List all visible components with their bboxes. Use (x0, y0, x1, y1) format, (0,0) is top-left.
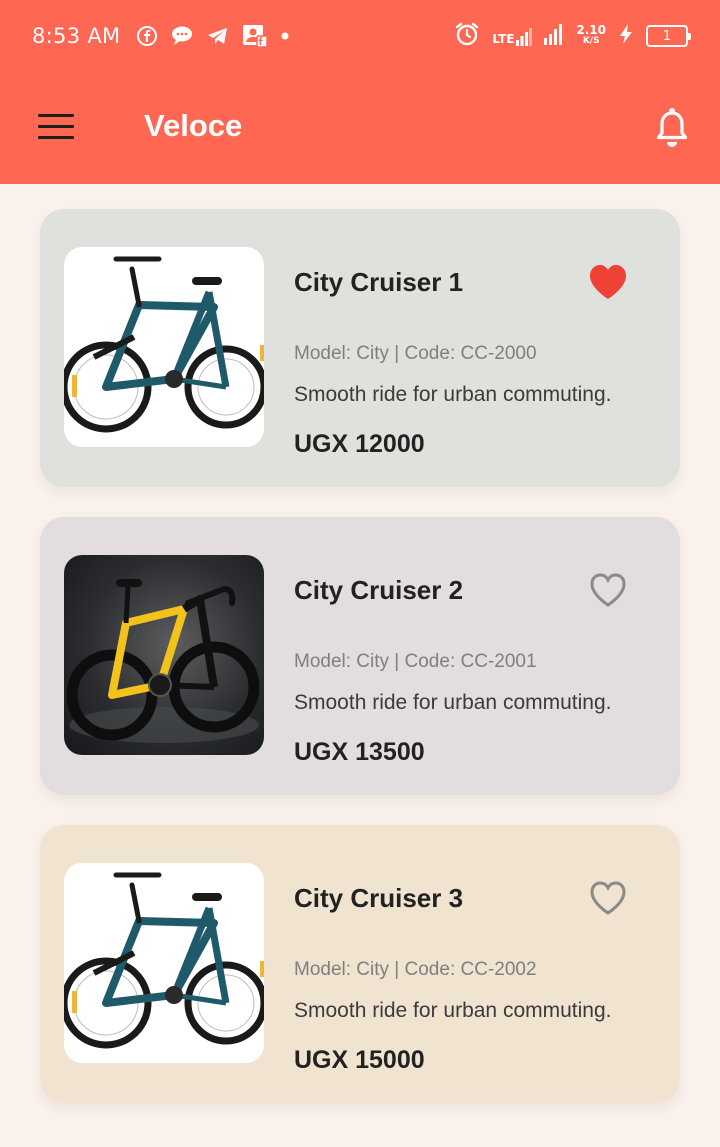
product-price: UGX 15000 (294, 1046, 425, 1074)
product-model-code: Model: City | Code: CC-2000 (294, 343, 537, 364)
network-type: LTE (492, 32, 515, 46)
chat-bubble-icon (170, 25, 194, 47)
mountain-bike-icon (64, 872, 264, 1049)
product-name[interactable]: City Cruiser 3 (294, 883, 463, 914)
product-model-code: Model: City | Code: CC-2002 (294, 959, 537, 980)
battery-icon: 1 (646, 25, 691, 47)
product-price: UGX 12000 (294, 430, 425, 458)
facebook-icon (136, 25, 158, 47)
product-card[interactable]: City Cruiser 3 Model: City | Code: CC-20… (40, 825, 680, 1103)
status-bar: 8:53 AM LTE 2.10 K/S 1 (0, 0, 720, 72)
system-icons: LTE 2.10 K/S 1 (454, 21, 691, 51)
speed-unit: K/S (582, 36, 600, 46)
product-card[interactable]: City Cruiser 1 Model: City | Code: CC-20… (40, 209, 680, 487)
product-price: UGX 13500 (294, 738, 425, 766)
bell-icon[interactable] (654, 106, 690, 150)
alarm-icon (454, 21, 480, 51)
app-bar: Veloce (0, 72, 720, 184)
product-image[interactable] (64, 247, 264, 447)
hamburger-menu-icon[interactable] (38, 114, 74, 140)
cell-signal-icon (544, 23, 564, 49)
speed-value: 2.10 (576, 23, 606, 37)
notification-icons (136, 24, 290, 48)
product-model-code: Model: City | Code: CC-2001 (294, 651, 537, 672)
mountain-bike-icon (64, 256, 264, 433)
favorite-heart-outline-icon[interactable] (588, 879, 628, 917)
dot-indicator-icon (280, 31, 290, 41)
product-description: Smooth ride for urban commuting. (294, 691, 612, 714)
product-card[interactable]: City Cruiser 2 Model: City | Code: CC-20… (40, 517, 680, 795)
product-description: Smooth ride for urban commuting. (294, 999, 612, 1022)
favorite-heart-icon[interactable] (588, 263, 628, 301)
status-time: 8:53 AM (32, 24, 121, 48)
product-name[interactable]: City Cruiser 1 (294, 267, 463, 298)
road-bike-icon (66, 579, 260, 743)
telegram-icon (206, 25, 230, 47)
product-name[interactable]: City Cruiser 2 (294, 575, 463, 606)
battery-level: 1 (662, 28, 672, 44)
product-image[interactable] (64, 555, 264, 755)
favorite-heart-outline-icon[interactable] (588, 571, 628, 609)
app-title: Veloce (144, 108, 243, 143)
contact-card-icon (242, 24, 269, 48)
network-speed: 2.10 K/S (576, 23, 606, 47)
product-description: Smooth ride for urban commuting. (294, 383, 612, 406)
lte-signal-icon: LTE (492, 26, 533, 46)
product-image[interactable] (64, 863, 264, 1063)
charging-icon (618, 23, 634, 49)
